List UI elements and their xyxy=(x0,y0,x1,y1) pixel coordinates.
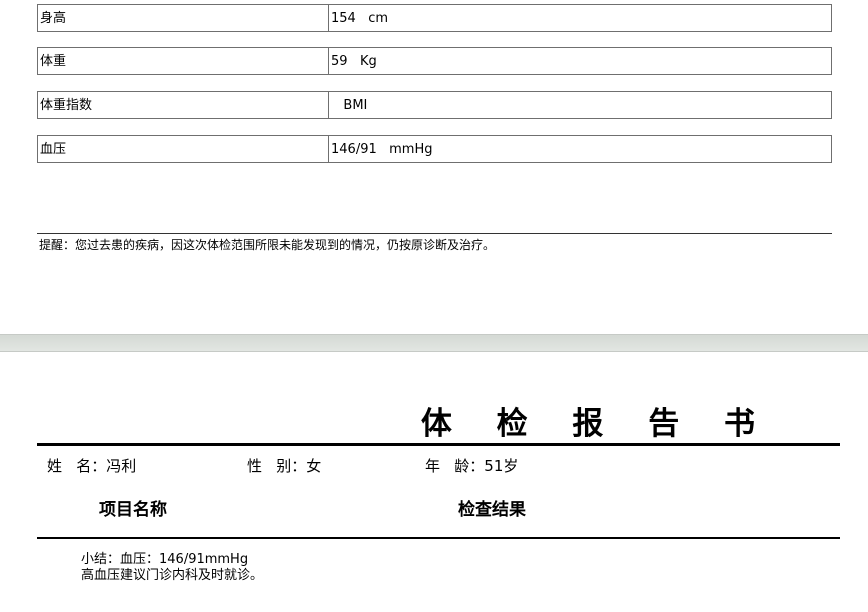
summary-line: 高血压建议门诊内科及时就诊。 xyxy=(81,568,264,583)
measurement-label: 血压 xyxy=(38,136,329,162)
patient-age: 年 龄：51岁 xyxy=(425,457,519,475)
measurement-value: 154 cm xyxy=(331,11,389,26)
report-title: 体 检 报 告 书 xyxy=(420,406,772,442)
patient-gender: 性 别：女 xyxy=(247,457,322,475)
report-page: 体 检 报 告 书 姓 名：冯利 性 别：女 年 龄：51岁 项目名称 检查结果… xyxy=(0,352,868,612)
patient-name: 姓 名：冯利 xyxy=(47,457,137,475)
column-header-item: 项目名称 xyxy=(99,500,167,520)
divider xyxy=(37,233,832,234)
page-gap xyxy=(0,334,868,352)
measurement-value: BMI xyxy=(331,98,368,113)
column-header-result: 检查结果 xyxy=(458,500,526,520)
report-page-previous: 身高 154 cm 体重 59 Kg 体重指数 BMI 血压 146/91 mm… xyxy=(0,0,868,334)
reminder-text: 提醒：您过去患的疾病，因这次体检范围所限未能发现到的情况，仍按原诊断及治疗。 xyxy=(39,238,496,252)
header-divider xyxy=(37,537,840,539)
measurement-row-bmi: 体重指数 BMI xyxy=(37,91,832,119)
measurement-row-blood-pressure: 血压 146/91 mmHg xyxy=(37,135,832,163)
measurement-value: 146/91 mmHg xyxy=(331,142,433,157)
measurement-row-height: 身高 154 cm xyxy=(37,4,832,32)
summary-line: 小结：血压：146/91mmHg xyxy=(81,552,249,567)
measurement-label: 体重指数 xyxy=(38,92,329,118)
measurement-row-weight: 体重 59 Kg xyxy=(37,47,832,75)
title-divider xyxy=(37,443,840,446)
summary-text: 小结：血压：146/91mmHg 高血压建议门诊内科及时就诊。 xyxy=(81,552,263,584)
measurement-value: 59 Kg xyxy=(331,54,377,69)
measurement-label: 身高 xyxy=(38,5,329,31)
measurement-label: 体重 xyxy=(38,48,329,74)
